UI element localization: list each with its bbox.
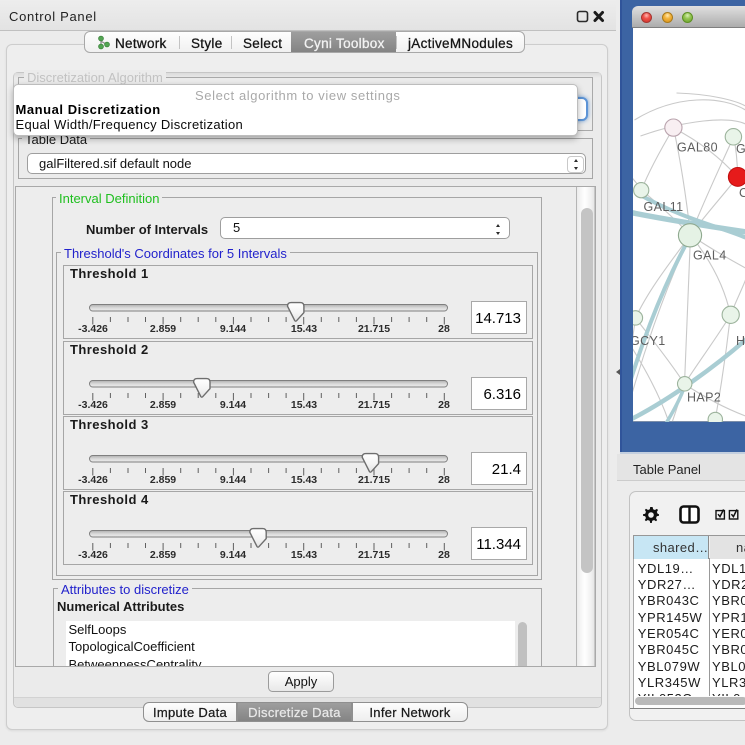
svg-text:GAL4: GAL4 (693, 249, 727, 263)
svg-text:CA: CA (739, 186, 745, 200)
svg-text:GCY1: GCY1 (633, 334, 666, 348)
svg-text:GA: GA (736, 142, 745, 156)
svg-text:GAL11: GAL11 (643, 200, 683, 214)
svg-text:GAL80: GAL80 (677, 141, 718, 155)
svg-text:HAP2: HAP2 (687, 391, 721, 405)
svg-text:HA: HA (736, 334, 745, 348)
